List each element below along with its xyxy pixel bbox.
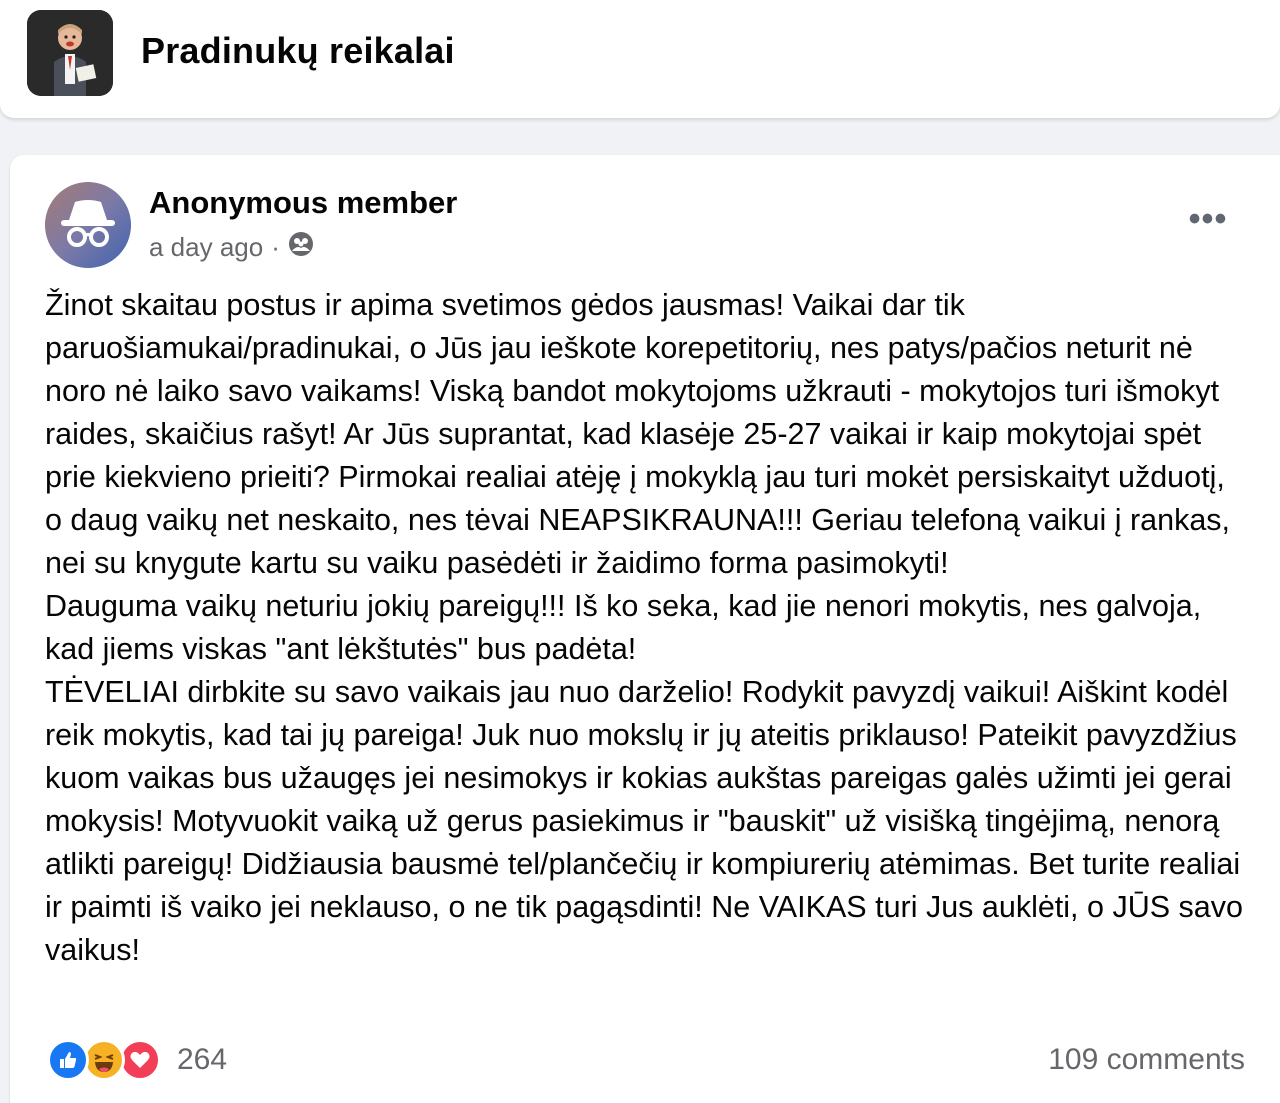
post-card: Anonymous member a day ago · ••• Žinot s… [10,155,1280,1103]
group-header: Pradinukų reikalai [0,0,1280,118]
comments-link[interactable]: 109 comments [1048,1043,1245,1077]
meta-separator: · [271,231,280,262]
reaction-count[interactable]: 264 [177,1043,227,1077]
child-photo-icon [27,10,113,96]
group-name[interactable]: Pradinukų reikalai [141,30,455,72]
group-icon [288,231,314,264]
reactions-summary[interactable]: 264 [47,1038,227,1082]
post-paragraph: Žinot skaitau postus ir apima svetimos g… [45,288,1231,580]
haha-icon [83,1039,125,1081]
author-name[interactable]: Anonymous member [149,185,457,221]
post-meta: a day ago · [149,231,314,263]
post-paragraph: Dauguma vaikų neturiu jokių pareigų!!! I… [45,589,1202,666]
post-timestamp[interactable]: a day ago [149,232,263,263]
post-paragraph: TĖVELIAI dirbkite su savo vaikais jau nu… [45,675,1243,967]
group-avatar[interactable] [27,10,113,96]
love-icon [119,1039,161,1081]
like-icon [47,1039,89,1081]
more-options-button[interactable]: ••• [1180,199,1236,239]
post-text: Žinot skaitau postus ir apima svetimos g… [45,284,1250,972]
anonymous-avatar[interactable] [45,182,131,268]
incognito-icon [45,182,131,268]
